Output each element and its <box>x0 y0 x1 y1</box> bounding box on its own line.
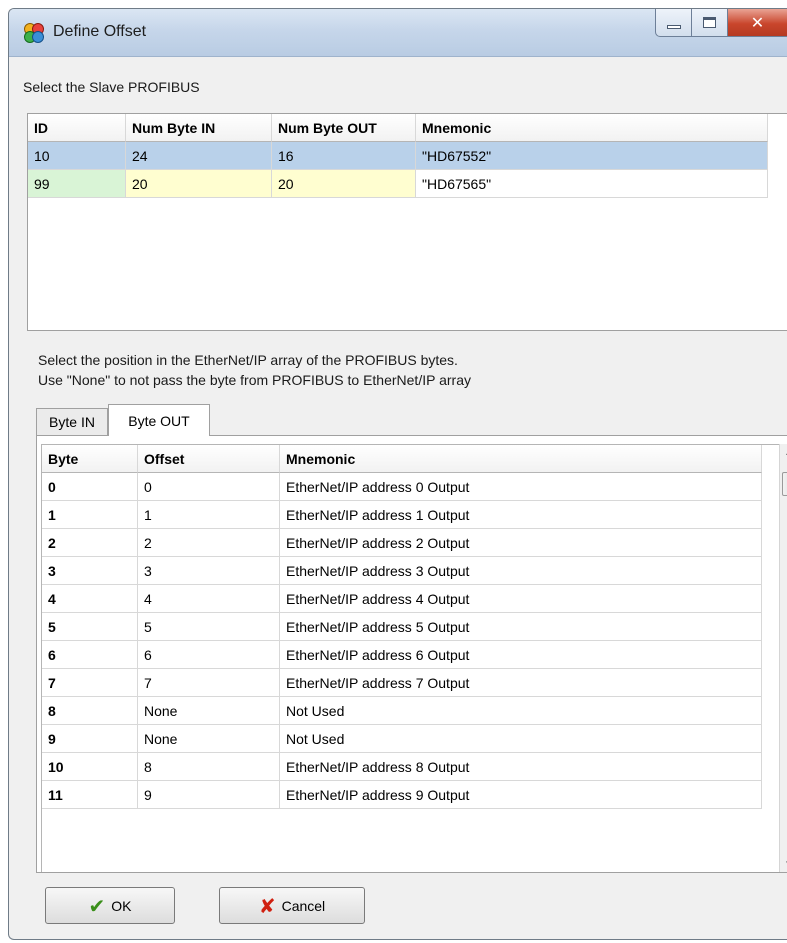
minimize-icon <box>666 24 681 29</box>
byte-row[interactable]: 0 0 EtherNet/IP address 0 Output <box>42 473 762 501</box>
maximize-icon <box>703 17 716 28</box>
col-header-mnemonic[interactable]: Mnemonic <box>416 114 768 142</box>
offset-cell[interactable]: None <box>138 725 280 753</box>
scroll-thumb[interactable] <box>782 472 787 496</box>
slave-num-out-cell[interactable]: 20 <box>272 170 416 198</box>
maximize-button[interactable] <box>691 9 727 37</box>
close-icon: ✕ <box>750 13 765 32</box>
col-header-id[interactable]: ID <box>28 114 126 142</box>
byte-row[interactable]: 6 6 EtherNet/IP address 6 Output <box>42 641 762 669</box>
slave-row[interactable]: 99 20 20 "HD67565" <box>28 170 768 198</box>
col-header-mnemonic[interactable]: Mnemonic <box>280 445 762 473</box>
mnemonic-cell[interactable]: EtherNet/IP address 8 Output <box>280 753 762 781</box>
byte-row[interactable]: 9 None Not Used <box>42 725 762 753</box>
byte-cell[interactable]: 0 <box>42 473 138 501</box>
byte-cell[interactable]: 9 <box>42 725 138 753</box>
close-button[interactable]: ✕ <box>727 9 787 37</box>
byte-cell[interactable]: 7 <box>42 669 138 697</box>
byte-row[interactable]: 2 2 EtherNet/IP address 2 Output <box>42 529 762 557</box>
offset-cell[interactable]: 5 <box>138 613 280 641</box>
mnemonic-cell[interactable]: Not Used <box>280 725 762 753</box>
slave-mnemonic-cell[interactable]: "HD67565" <box>416 170 768 198</box>
byte-table[interactable]: Byte Offset Mnemonic 0 0 EtherNet/IP addre… <box>41 444 779 872</box>
title-bar[interactable]: Define Offset ✕ <box>9 9 787 57</box>
mnemonic-cell[interactable]: EtherNet/IP address 9 Output <box>280 781 762 809</box>
app-icon <box>24 23 44 43</box>
slave-mnemonic-cell[interactable]: "HD67552" <box>416 142 768 170</box>
slave-num-out-cell[interactable]: 16 <box>272 142 416 170</box>
offset-cell[interactable]: 8 <box>138 753 280 781</box>
byte-cell[interactable]: 4 <box>42 585 138 613</box>
offset-cell[interactable]: 4 <box>138 585 280 613</box>
ok-button[interactable]: ✔ OK <box>45 887 175 924</box>
tab-byte-in[interactable]: Byte IN <box>36 408 108 435</box>
offset-cell[interactable]: 7 <box>138 669 280 697</box>
mnemonic-cell[interactable]: EtherNet/IP address 6 Output <box>280 641 762 669</box>
mnemonic-cell[interactable]: EtherNet/IP address 2 Output <box>280 529 762 557</box>
byte-cell[interactable]: 2 <box>42 529 138 557</box>
red-x-icon: ✘ <box>258 893 276 918</box>
offset-cell[interactable]: 2 <box>138 529 280 557</box>
window-title: Define Offset <box>53 23 147 40</box>
define-offset-dialog: Define Offset ✕ Select the Slave PROFIBU… <box>8 8 787 940</box>
slave-num-in-cell[interactable]: 24 <box>126 142 272 170</box>
byte-cell[interactable]: 8 <box>42 697 138 725</box>
scroll-up-icon[interactable]: ▲ <box>780 444 787 461</box>
byte-cell[interactable]: 11 <box>42 781 138 809</box>
byte-cell[interactable]: 5 <box>42 613 138 641</box>
slave-section-label: Select the Slave PROFIBUS <box>23 79 200 95</box>
slave-id-cell[interactable]: 10 <box>28 142 126 170</box>
offset-cell[interactable]: 0 <box>138 473 280 501</box>
mnemonic-cell[interactable]: EtherNet/IP address 7 Output <box>280 669 762 697</box>
vertical-scrollbar[interactable]: ▲ ▼ <box>779 444 787 872</box>
byte-cell[interactable]: 1 <box>42 501 138 529</box>
byte-cell[interactable]: 6 <box>42 641 138 669</box>
byte-row[interactable]: 11 9 EtherNet/IP address 9 Output <box>42 781 762 809</box>
byte-cell[interactable]: 3 <box>42 557 138 585</box>
tab-byte-out[interactable]: Byte OUT <box>108 404 210 436</box>
offset-cell[interactable]: 3 <box>138 557 280 585</box>
byte-row[interactable]: 3 3 EtherNet/IP address 3 Output <box>42 557 762 585</box>
instruction-line-2: Use "None" to not pass the byte from PRO… <box>38 372 471 388</box>
slave-table-header: ID Num Byte IN Num Byte OUT Mnemonic <box>28 114 768 142</box>
ok-button-label: OK <box>111 897 132 914</box>
byte-row[interactable]: 1 1 EtherNet/IP address 1 Output <box>42 501 762 529</box>
mnemonic-cell[interactable]: EtherNet/IP address 5 Output <box>280 613 762 641</box>
byte-row[interactable]: 7 7 EtherNet/IP address 7 Output <box>42 669 762 697</box>
col-header-num-byte-in[interactable]: Num Byte IN <box>126 114 272 142</box>
byte-cell[interactable]: 10 <box>42 753 138 781</box>
mnemonic-cell[interactable]: EtherNet/IP address 3 Output <box>280 557 762 585</box>
byte-table-header: Byte Offset Mnemonic <box>42 445 762 473</box>
offset-cell[interactable]: 6 <box>138 641 280 669</box>
mnemonic-cell[interactable]: EtherNet/IP address 0 Output <box>280 473 762 501</box>
cancel-button-label: Cancel <box>281 897 326 914</box>
cancel-button[interactable]: ✘ Cancel <box>219 887 365 924</box>
caption-buttons: ✕ <box>655 9 787 37</box>
mnemonic-cell[interactable]: EtherNet/IP address 1 Output <box>280 501 762 529</box>
byte-row[interactable]: 5 5 EtherNet/IP address 5 Output <box>42 613 762 641</box>
offset-cell[interactable]: 1 <box>138 501 280 529</box>
col-header-num-byte-out[interactable]: Num Byte OUT <box>272 114 416 142</box>
col-header-offset[interactable]: Offset <box>138 445 280 473</box>
slave-id-cell[interactable]: 99 <box>28 170 126 198</box>
checkmark-icon: ✔ <box>88 893 106 918</box>
col-header-byte[interactable]: Byte <box>42 445 138 473</box>
mnemonic-cell[interactable]: Not Used <box>280 697 762 725</box>
byte-row[interactable]: 10 8 EtherNet/IP address 8 Output <box>42 753 762 781</box>
byte-row[interactable]: 4 4 EtherNet/IP address 4 Output <box>42 585 762 613</box>
scroll-down-icon[interactable]: ▼ <box>780 855 787 872</box>
slave-num-in-cell[interactable]: 20 <box>126 170 272 198</box>
byte-row[interactable]: 8 None Not Used <box>42 697 762 725</box>
instruction-line-1: Select the position in the EtherNet/IP a… <box>38 352 458 368</box>
slave-row[interactable]: 10 24 16 "HD67552" <box>28 142 768 170</box>
offset-cell[interactable]: 9 <box>138 781 280 809</box>
offset-cell[interactable]: None <box>138 697 280 725</box>
minimize-button[interactable] <box>655 9 691 37</box>
slave-table[interactable]: ID Num Byte IN Num Byte OUT Mnemonic 10 … <box>27 113 787 331</box>
mnemonic-cell[interactable]: EtherNet/IP address 4 Output <box>280 585 762 613</box>
byte-out-panel: Byte Offset Mnemonic 0 0 EtherNet/IP addre… <box>36 435 787 873</box>
